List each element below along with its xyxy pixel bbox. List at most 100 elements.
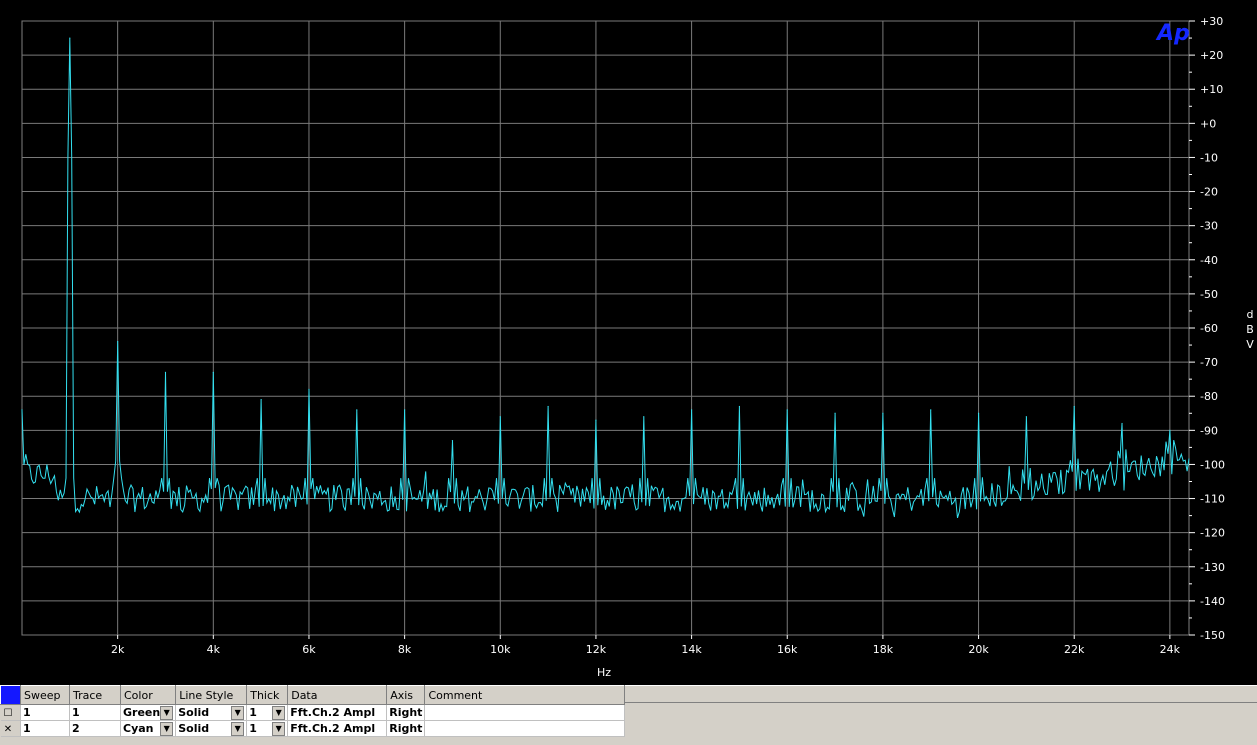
- ap-logo: Ap: [1155, 21, 1190, 46]
- harmonic-peak: [308, 388, 310, 390]
- cell-thick[interactable]: 1 ▼: [246, 704, 289, 721]
- y-tick-label: -80: [1200, 390, 1218, 403]
- x-tick-label: 14k: [681, 643, 702, 656]
- dropdown-arrow-icon[interactable]: ▼: [160, 721, 174, 736]
- cell-line-style[interactable]: Solid ▼: [175, 704, 248, 721]
- y-tick-label: -60: [1200, 322, 1218, 335]
- color-value: Cyan: [123, 722, 154, 735]
- header-line-style[interactable]: Line Style: [175, 685, 248, 705]
- x-tick-label: 22k: [1064, 643, 1085, 656]
- cell-axis[interactable]: Right: [386, 704, 426, 721]
- y-tick-label: -30: [1200, 220, 1218, 233]
- cell-trace: 1: [69, 704, 121, 721]
- y-tick-label: -130: [1200, 561, 1225, 574]
- row-checkbox[interactable]: ✕: [0, 720, 21, 737]
- harmonic-peak: [451, 439, 454, 442]
- cell-data[interactable]: Fft.Ch.2 Ampl: [287, 704, 388, 721]
- legend-panel: Sweep Trace Color Line Style Thick Data …: [0, 685, 1257, 745]
- y-axis-label-char: B: [1246, 323, 1254, 336]
- y-tick-label: -120: [1200, 527, 1225, 540]
- cell-color[interactable]: Green ▼: [120, 704, 177, 721]
- y-axis-label: dBV: [1246, 308, 1254, 351]
- header-thick[interactable]: Thick: [246, 685, 289, 705]
- harmonic-peak: [212, 371, 214, 373]
- legend-header-filler: [612, 685, 1257, 703]
- harmonic-peak: [977, 412, 980, 414]
- harmonic-peak: [930, 409, 932, 411]
- x-tick-label: 2k: [111, 643, 125, 656]
- legend-corner[interactable]: [0, 685, 21, 705]
- y-tick-label: -100: [1200, 458, 1225, 471]
- color-value: Green: [123, 706, 161, 719]
- x-axis-ticks: 2k 4k 6k 8k 10k 12k 14k 16k 18k 20k 22k 24k: [111, 635, 1181, 656]
- x-axis-label: Hz: [597, 666, 611, 679]
- harmonic-peak: [117, 341, 119, 343]
- y-tick-label: +20: [1200, 49, 1223, 62]
- y-tick-label: +10: [1200, 83, 1223, 96]
- harmonic-peak: [595, 419, 597, 421]
- harmonic-peak: [260, 399, 262, 401]
- y-tick-label: +30: [1200, 15, 1223, 28]
- thick-value: 1: [249, 706, 257, 719]
- cell-sweep: 1: [20, 720, 70, 737]
- harmonic-peak: [1121, 422, 1123, 425]
- harmonic-peak: [690, 409, 693, 411]
- y-tick-label: -10: [1200, 151, 1218, 164]
- header-color[interactable]: Color: [119, 685, 177, 705]
- cell-comment[interactable]: [424, 720, 626, 737]
- harmonic-peak: [1073, 405, 1075, 408]
- checked-icon[interactable]: ✕: [3, 724, 14, 735]
- harmonic-peak: [404, 409, 406, 411]
- legend-table: Sweep Trace Color Line Style Thick Data …: [0, 685, 626, 737]
- cell-comment[interactable]: [424, 704, 626, 721]
- harmonic-peak: [547, 405, 549, 408]
- y-tick-label: -150: [1200, 629, 1225, 642]
- legend-row[interactable]: ☐ 1 1 Green ▼ Solid ▼ 1 ▼ Fft.Ch.2 Ampl Rig…: [0, 704, 626, 721]
- harmonic-peak: [1169, 429, 1171, 431]
- dropdown-arrow-icon[interactable]: ▼: [272, 721, 286, 736]
- cell-axis[interactable]: Right: [386, 720, 426, 737]
- harmonic-peak: [164, 371, 167, 373]
- thick-value: 1: [249, 722, 257, 735]
- y-tick-label: +0: [1200, 117, 1216, 130]
- y-axis-ticks: +30 +20 +10 +0 -10 -20 -30 -40 -50 -60 -70 -80 -90 -1…: [1189, 15, 1225, 642]
- harmonic-peak: [834, 412, 836, 414]
- harmonic-peak: [786, 409, 788, 411]
- fft-chart: 2k 4k 6k 8k 10k 12k 14k 16k 18k 20k 22k 24k +30+20+…: [21, 15, 1254, 679]
- header-comment[interactable]: Comment: [424, 685, 626, 705]
- row-checkbox[interactable]: ☐: [0, 704, 21, 721]
- harmonic-peak: [882, 412, 884, 414]
- harmonic-peak: [356, 409, 358, 411]
- checkbox-icon[interactable]: ☐: [3, 708, 14, 719]
- dropdown-arrow-icon[interactable]: ▼: [231, 705, 245, 720]
- header-axis[interactable]: Axis: [386, 685, 426, 705]
- y-tick-label: -70: [1200, 356, 1218, 369]
- y-tick-label: -40: [1200, 254, 1218, 267]
- cell-thick[interactable]: 1 ▼: [246, 720, 289, 737]
- header-trace[interactable]: Trace: [69, 685, 121, 705]
- legend-row[interactable]: ✕ 1 2 Cyan ▼ Solid ▼ 1 ▼ Fft.Ch.2 Ampl Righ…: [0, 720, 626, 737]
- y-axis-label-char: V: [1246, 338, 1254, 351]
- harmonic-peak: [1025, 416, 1027, 418]
- cell-line-style[interactable]: Solid ▼: [175, 720, 248, 737]
- line-style-value: Solid: [178, 722, 210, 735]
- harmonic-peak: [69, 37, 71, 39]
- y-axis-label-char: d: [1247, 308, 1254, 321]
- dropdown-arrow-icon[interactable]: ▼: [160, 705, 174, 720]
- dropdown-arrow-icon[interactable]: ▼: [272, 705, 286, 720]
- header-sweep[interactable]: Sweep: [20, 685, 70, 705]
- cell-sweep: 1: [20, 704, 70, 721]
- header-data[interactable]: Data: [287, 685, 388, 705]
- harmonic-peak: [21, 409, 23, 411]
- x-tick-label: 24k: [1160, 643, 1181, 656]
- x-tick-label: 12k: [586, 643, 607, 656]
- y-tick-label: -140: [1200, 595, 1225, 608]
- dropdown-arrow-icon[interactable]: ▼: [231, 721, 245, 736]
- y-tick-label: -90: [1200, 424, 1218, 437]
- harmonic-peak: [643, 416, 645, 418]
- x-tick-label: 20k: [968, 643, 989, 656]
- harmonic-peak: [499, 416, 501, 418]
- cell-data[interactable]: Fft.Ch.2 Ampl: [287, 720, 388, 737]
- cell-color[interactable]: Cyan ▼: [120, 720, 177, 737]
- cell-trace: 2: [69, 720, 121, 737]
